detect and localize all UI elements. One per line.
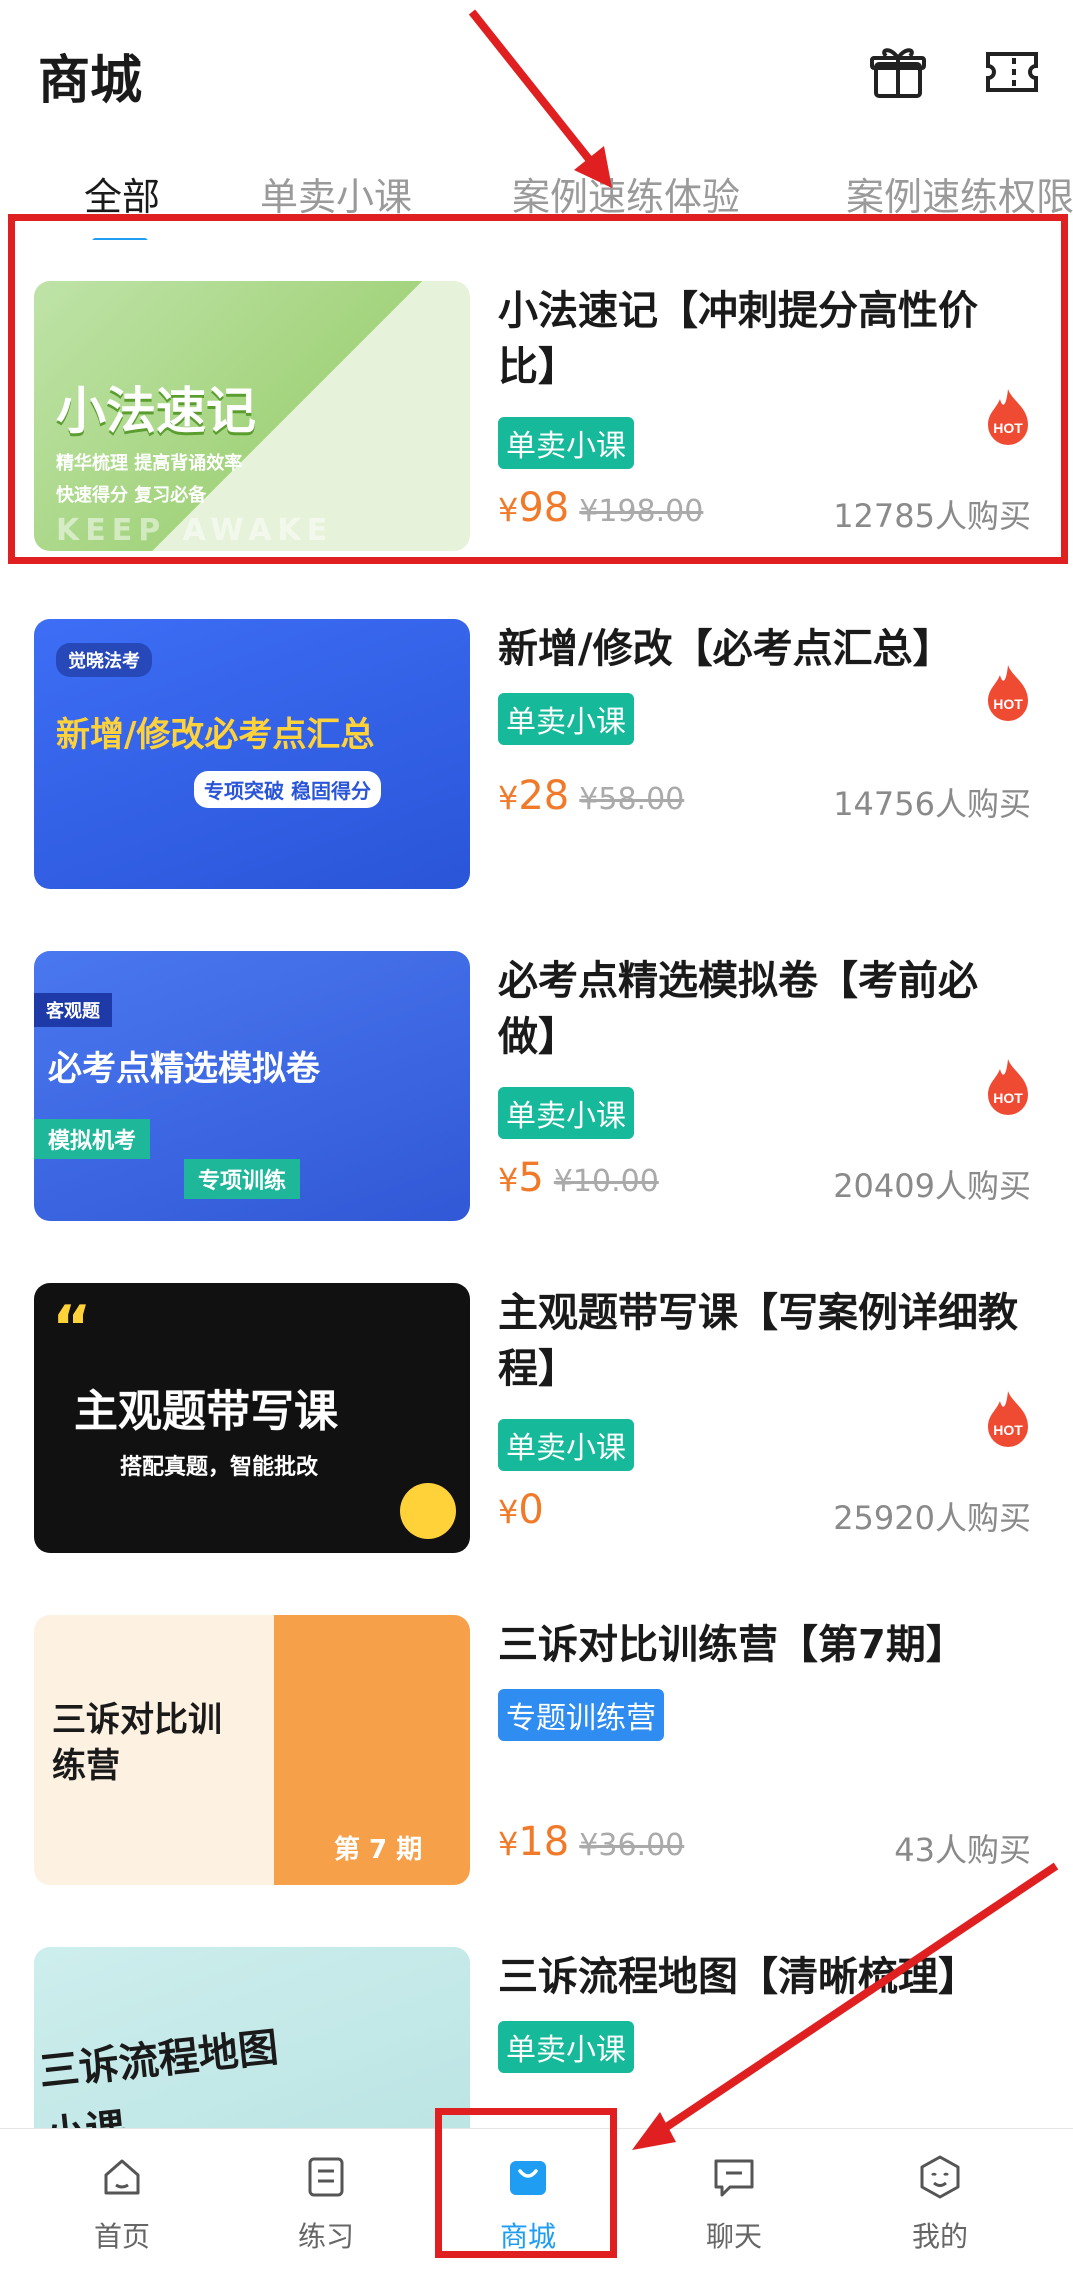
chat-icon — [714, 2159, 754, 2197]
gift-icon[interactable] — [868, 42, 928, 102]
product-thumbnail: 三诉对比训练营 第 7 期 — [34, 1615, 470, 1885]
product-title: 新增/修改【必考点汇总】 — [498, 626, 953, 672]
home-icon — [104, 2159, 140, 2195]
tab-all[interactable]: 全部 — [84, 166, 160, 221]
nav-exercise[interactable]: 练习 — [226, 2129, 426, 2269]
svg-text:HOT: HOT — [993, 1422, 1023, 1438]
bulb-icon — [400, 1483, 456, 1539]
purchase-count: 25920人购买 — [833, 1499, 1031, 1537]
product-thumbnail: 觉晓法考 新增/修改必考点汇总 专项突破 稳固得分 — [34, 619, 470, 889]
nav-home[interactable]: 首页 — [22, 2129, 222, 2269]
thumb-subtitle: 模拟机考 — [34, 1119, 151, 1159]
thumb-subtitle: 专项突破 稳固得分 — [194, 771, 381, 808]
thumb-headline: 必考点精选模拟卷 — [48, 1049, 320, 1089]
thumb-headline: 三诉对比训练营 — [52, 1700, 222, 1786]
exercise-icon — [308, 2157, 344, 2197]
product-card[interactable]: “ 主观题带写课 搭配真题，智能批改 主观题带写课【写案例详细教程】 单卖小课 … — [0, 1247, 1073, 1553]
thumb-issue: 第 7 期 — [334, 1835, 423, 1865]
quote-mark-icon: “ — [52, 1293, 92, 1363]
product-title: 必考点精选模拟卷【考前必做】 — [498, 958, 978, 1060]
thumb-headline: 主观题带写课 — [74, 1386, 338, 1437]
product-title: 主观题带写课【写案例详细教程】 — [498, 1290, 1018, 1392]
hot-icon: HOT — [988, 1059, 1028, 1115]
nav-label: 练习 — [297, 2220, 354, 2253]
product-thumbnail: 客观题 必考点精选模拟卷 模拟机考 专项训练 — [34, 951, 470, 1221]
svg-text:HOT: HOT — [993, 1090, 1023, 1106]
product-price: ¥0 — [498, 1487, 544, 1533]
tab-case-access[interactable]: 案例速练权限 — [846, 166, 1073, 221]
hot-icon: HOT — [988, 665, 1028, 721]
svg-text:HOT: HOT — [993, 696, 1023, 712]
product-price: ¥28 ¥58.00 — [498, 773, 685, 819]
original-price: ¥10.00 — [553, 1164, 659, 1199]
tab-single-course[interactable]: 单卖小课 — [260, 166, 412, 221]
profile-icon — [920, 2155, 960, 2199]
highlight-box — [435, 2108, 617, 2258]
product-tag: 单卖小课 — [498, 1087, 634, 1139]
app-header: 商城 — [0, 0, 1073, 150]
thumb-subtitle: 搭配真题，智能批改 — [120, 1455, 319, 1480]
highlight-box — [8, 214, 1068, 564]
purchase-count: 14756人购买 — [833, 785, 1031, 823]
product-title: 三诉流程地图【清晰梳理】 — [498, 1954, 978, 2000]
nav-label: 聊天 — [705, 2220, 762, 2253]
product-tag: 专题训练营 — [498, 1689, 664, 1741]
nav-label: 我的 — [911, 2220, 968, 2253]
product-card[interactable]: 觉晓法考 新增/修改必考点汇总 专项突破 稳固得分 新增/修改【必考点汇总】 单… — [0, 583, 1073, 889]
product-tag: 单卖小课 — [498, 1419, 634, 1471]
thumb-headline: 新增/修改必考点汇总 — [56, 715, 375, 755]
product-tag: 单卖小课 — [498, 2021, 634, 2073]
original-price: ¥36.00 — [579, 1828, 685, 1863]
nav-label: 首页 — [93, 2220, 150, 2253]
thumb-badge: 客观题 — [34, 993, 112, 1027]
page-title: 商城 — [38, 51, 143, 111]
product-tag: 单卖小课 — [498, 693, 634, 745]
product-thumbnail: “ 主观题带写课 搭配真题，智能批改 — [34, 1283, 470, 1553]
nav-chat[interactable]: 聊天 — [634, 2129, 834, 2269]
original-price: ¥58.00 — [579, 782, 685, 817]
purchase-count: 43人购买 — [894, 1831, 1031, 1869]
product-price: ¥5 ¥10.00 — [498, 1155, 659, 1201]
thumb-subtitle: 专项训练 — [184, 1159, 301, 1199]
product-card[interactable]: 客观题 必考点精选模拟卷 模拟机考 专项训练 必考点精选模拟卷【考前必做】 单卖… — [0, 915, 1073, 1221]
nav-profile[interactable]: 我的 — [840, 2129, 1040, 2269]
tab-case-trial[interactable]: 案例速练体验 — [512, 166, 740, 221]
ticket-icon[interactable] — [982, 42, 1042, 102]
purchase-count: 20409人购买 — [833, 1167, 1031, 1205]
product-card[interactable]: 三诉对比训练营 第 7 期 三诉对比训练营【第7期】 专题训练营 ¥18 ¥36.… — [0, 1579, 1073, 1885]
hot-icon: HOT — [988, 1391, 1028, 1447]
product-title: 三诉对比训练营【第7期】 — [498, 1622, 966, 1668]
thumb-badge: 觉晓法考 — [56, 643, 152, 677]
product-price: ¥18 ¥36.00 — [498, 1819, 685, 1865]
